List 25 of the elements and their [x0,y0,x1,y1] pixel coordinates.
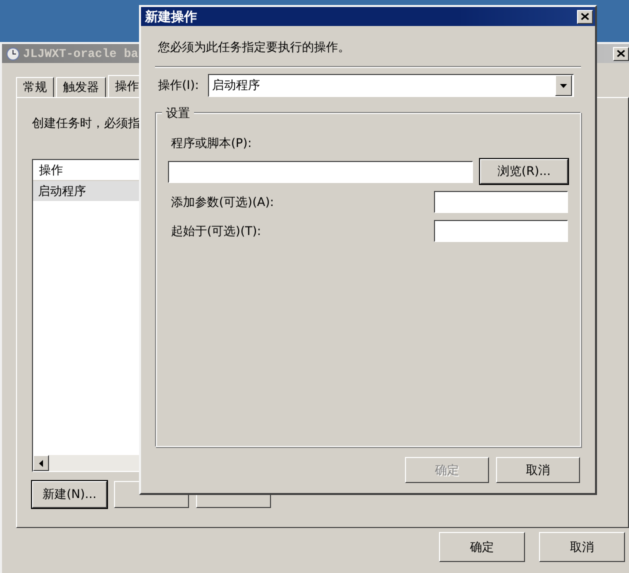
input-field[interactable] [434,191,568,213]
field-label: 起始于(可选)(T): [171,222,262,240]
close-icon [617,50,625,57]
dialog-button[interactable]: 取消 [496,457,580,483]
left-arrow-icon [39,460,43,466]
input-field[interactable] [434,220,568,242]
tab[interactable]: 触发器 [56,77,106,97]
input-field[interactable] [168,160,474,182]
field-label: 添加参数(可选)(A): [171,194,274,210]
description-text: 创建任务时，必须指 [32,115,140,132]
browse-button[interactable]: 浏览(R)... [480,159,568,184]
field-label: 操作(I): [158,77,200,94]
dialog-button[interactable]: 取消 [539,532,625,562]
dialog-button[interactable]: 确定 [439,532,525,562]
close-icon [581,13,589,20]
window-title: JLJWXT-oracle ba [23,46,138,60]
close-button[interactable] [577,10,593,24]
action-button[interactable]: 新建(N)... [32,481,107,508]
action-dropdown[interactable]: 启动程序 [208,74,574,97]
scroll-left-button[interactable] [33,455,49,471]
instruction-text: 您必须为此任务指定要执行的操作。 [158,39,350,56]
dialog-title: 新建操作 [145,8,197,26]
tab[interactable]: 常规 [16,77,54,97]
clock-icon [6,46,20,60]
field-label: 程序或脚本(P): [171,135,252,152]
